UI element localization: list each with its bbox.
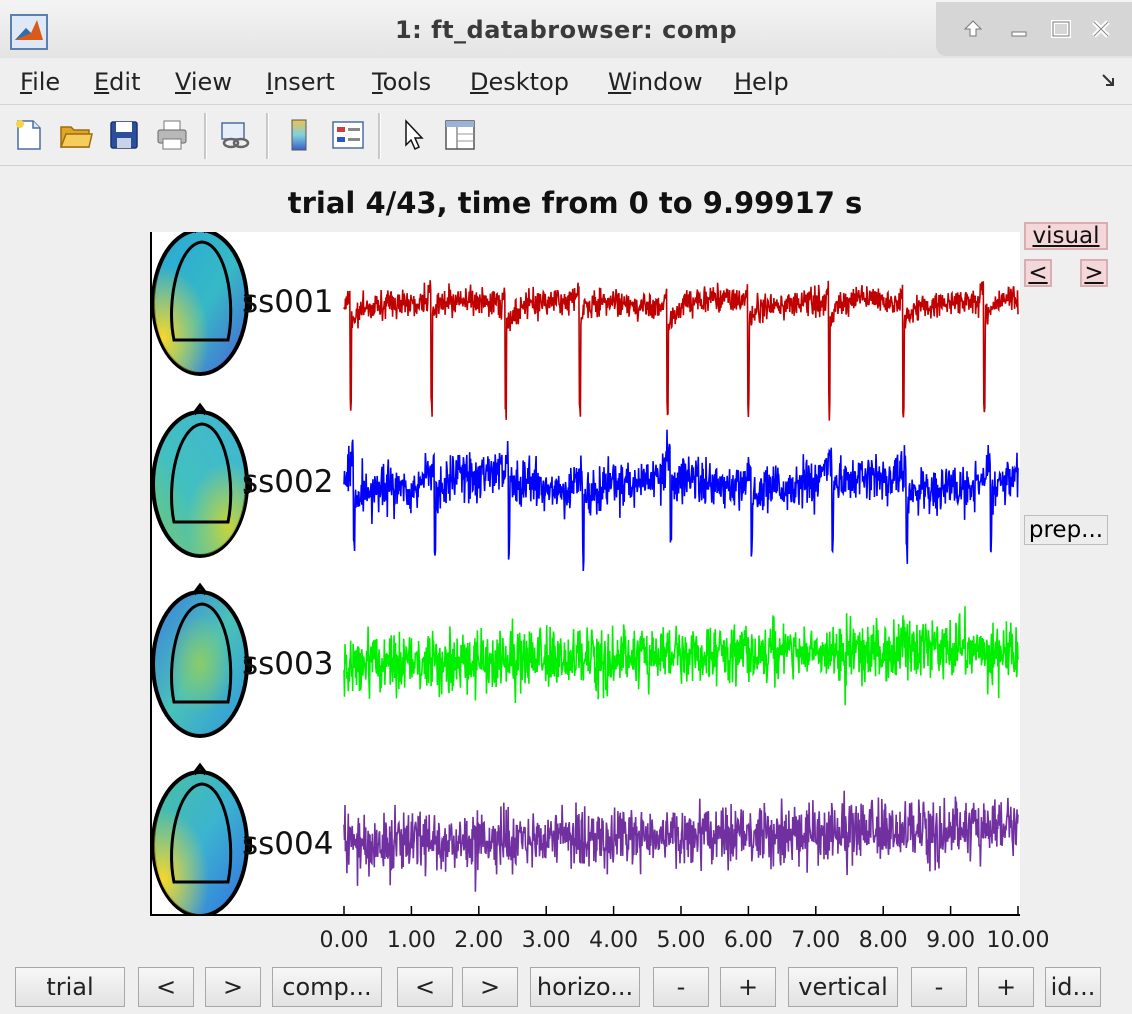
visual-button[interactable]: visual: [1024, 222, 1108, 250]
x-tick-label: 1.00: [386, 928, 436, 953]
channel-label-ss001: ss001: [242, 284, 334, 320]
new-figure-icon[interactable]: [11, 117, 47, 153]
pointer-icon[interactable]: [396, 117, 432, 153]
menu-edit[interactable]: Edit: [94, 68, 140, 96]
channel-label-ss004: ss004: [242, 826, 334, 862]
menu-window[interactable]: Window: [608, 68, 703, 96]
minimize-icon[interactable]: [1004, 14, 1034, 44]
topoplot-ss003[interactable]: [152, 582, 252, 738]
horizontal-button[interactable]: horizo...: [530, 967, 640, 1007]
window-controls: [936, 2, 1132, 56]
dock-arrow-icon[interactable]: [1100, 72, 1118, 90]
x-tick-label: 9.00: [926, 928, 976, 953]
vertical-minus-button[interactable]: -: [911, 967, 967, 1007]
toolbar-separator: [266, 113, 269, 159]
x-tick-label: 8.00: [858, 928, 908, 953]
trace-ss002: [343, 429, 1019, 572]
horizontal-plus-button[interactable]: +: [720, 967, 776, 1007]
open-file-icon[interactable]: [58, 117, 94, 153]
x-tick-label: 2.00: [454, 928, 504, 953]
toolbar-separator: [378, 113, 381, 159]
horizontal-minus-button[interactable]: -: [653, 967, 709, 1007]
link-icon[interactable]: [217, 117, 253, 153]
colorbar-icon[interactable]: [282, 117, 318, 153]
menu-insert[interactable]: Insert: [266, 68, 335, 96]
trial-next-button[interactable]: >: [205, 967, 261, 1007]
trial-button[interactable]: trial: [15, 967, 125, 1007]
topoplot-ss004[interactable]: [152, 762, 252, 914]
menu-desktop[interactable]: Desktop: [470, 68, 569, 96]
x-tick-label: 6.00: [723, 928, 773, 953]
signal-plot: [152, 232, 1019, 914]
vertical-plus-button[interactable]: +: [978, 967, 1034, 1007]
restore-icon[interactable]: [958, 14, 988, 44]
identify-button[interactable]: id...: [1045, 967, 1101, 1007]
topoplot-ss002[interactable]: [152, 402, 252, 558]
menu-help[interactable]: Help: [734, 68, 789, 96]
trace-ss003: [343, 606, 1019, 706]
component-prev-button[interactable]: <: [397, 967, 453, 1007]
legend-icon[interactable]: [330, 117, 366, 153]
trace-ss004: [343, 790, 1019, 892]
x-tick-label: 10.00: [986, 928, 1050, 953]
plot-title: trial 4/43, time from 0 to 9.99917 s: [287, 186, 863, 220]
x-tick-label: 5.00: [656, 928, 706, 953]
toolbar-separator: [204, 113, 207, 159]
x-tick-label: 3.00: [521, 928, 571, 953]
maximize-icon[interactable]: [1046, 14, 1076, 44]
x-tick-label: 4.00: [589, 928, 639, 953]
vertical-button[interactable]: vertical: [788, 967, 898, 1007]
channel-label-ss003: ss003: [242, 646, 334, 682]
x-tick-label: 7.00: [791, 928, 841, 953]
visual-next-button[interactable]: >: [1080, 259, 1108, 287]
visual-prev-button[interactable]: <: [1024, 259, 1052, 287]
topoplot-ss001[interactable]: [152, 232, 252, 376]
preprocessing-button[interactable]: prep...: [1024, 515, 1108, 545]
x-tick-label: 0.00: [319, 928, 369, 953]
component-button[interactable]: comp...: [272, 967, 382, 1007]
property-inspector-icon[interactable]: [442, 117, 478, 153]
channel-label-ss002: ss002: [242, 464, 334, 500]
close-icon[interactable]: [1086, 14, 1116, 44]
window-titlebar: 1: ft_databrowser: comp: [0, 0, 1132, 59]
menu-file[interactable]: File: [20, 68, 60, 96]
menu-bar: File Edit View Insert Tools Desktop Wind…: [0, 58, 1132, 105]
plot-axes[interactable]: [150, 232, 1020, 916]
menu-tools[interactable]: Tools: [372, 68, 431, 96]
print-icon[interactable]: [154, 117, 190, 153]
trace-ss001: [343, 280, 1019, 421]
toolbar: [0, 105, 1132, 166]
save-icon[interactable]: [106, 117, 142, 153]
menu-view[interactable]: View: [175, 68, 232, 96]
component-next-button[interactable]: >: [462, 967, 518, 1007]
trial-prev-button[interactable]: <: [138, 967, 194, 1007]
